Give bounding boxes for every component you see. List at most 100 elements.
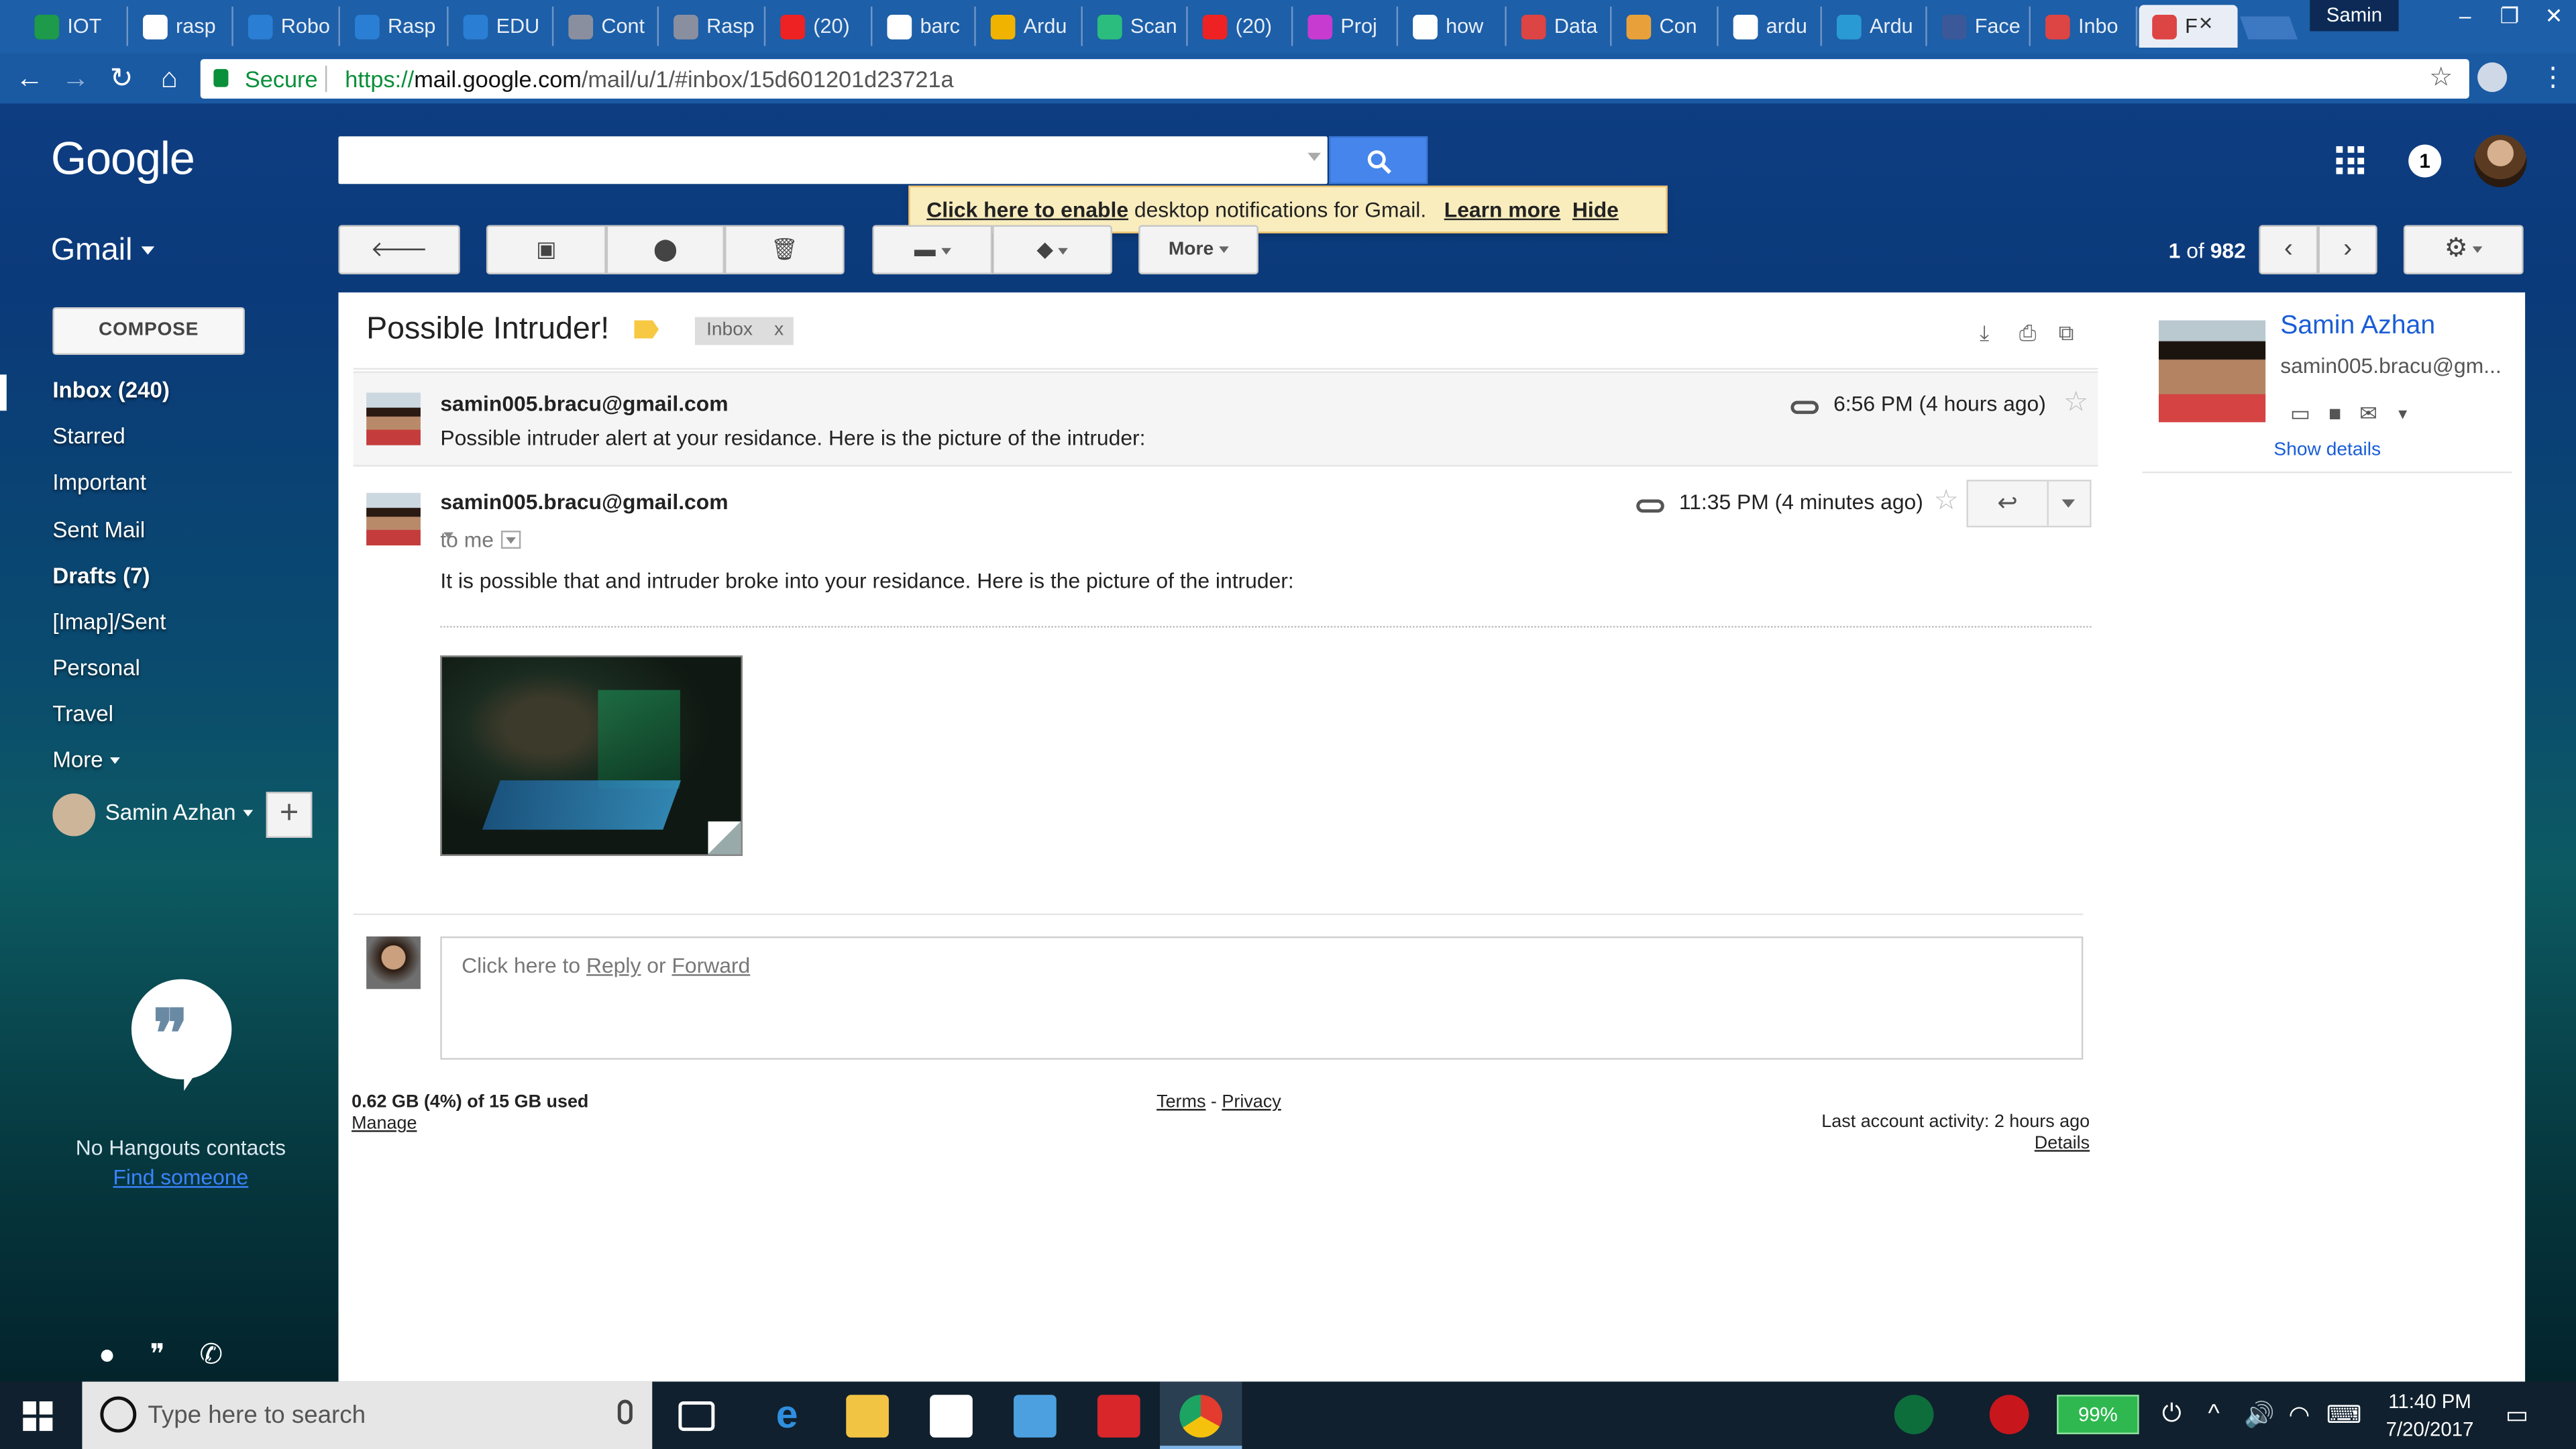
reload-icon[interactable]: ↻: [102, 61, 142, 97]
reply-link[interactable]: Reply: [586, 953, 641, 977]
contacts-icon[interactable]: ●: [99, 1339, 115, 1372]
download-icon[interactable]: ⤓: [1980, 321, 1989, 347]
move-to-button[interactable]: ▬: [872, 225, 993, 274]
importance-marker-icon[interactable]: [634, 320, 659, 339]
search-button[interactable]: [1329, 136, 1428, 184]
star-icon[interactable]: ☆: [1933, 484, 1958, 517]
settings-button[interactable]: ⚙: [2403, 225, 2524, 274]
find-someone-link[interactable]: Find someone: [43, 1165, 319, 1189]
keyboard-icon[interactable]: ⌨: [2326, 1400, 2362, 1430]
hangouts-icon[interactable]: ❞: [150, 1339, 165, 1372]
sidebar-item-sent-mail[interactable]: Sent Mail: [52, 517, 145, 542]
activity-monitor-icon[interactable]: [1894, 1395, 1934, 1434]
chrome-icon[interactable]: [1179, 1395, 1223, 1438]
taskbar-search[interactable]: Type here to search: [82, 1381, 653, 1449]
apps-grid-icon[interactable]: [2336, 146, 2365, 174]
browser-tab[interactable]: Rasp: [341, 5, 447, 48]
sidebar-item-important[interactable]: Important: [52, 470, 146, 494]
sidebar-item-personal[interactable]: Personal: [52, 655, 140, 680]
star-icon[interactable]: ☆: [2063, 386, 2088, 419]
mail-icon[interactable]: ✉: [2359, 401, 2377, 427]
close-tab-icon[interactable]: ✕: [2198, 13, 2214, 34]
enable-notifications-link[interactable]: Click here to enable: [926, 197, 1128, 222]
archive-button[interactable]: ▣: [486, 225, 606, 274]
show-hidden-icons[interactable]: ^: [2208, 1400, 2219, 1428]
browser-tab[interactable]: Cont: [555, 5, 657, 48]
store-icon[interactable]: [930, 1395, 973, 1438]
minimize-button[interactable]: –: [2443, 0, 2487, 33]
labels-button[interactable]: ◆: [992, 225, 1112, 274]
notification-count[interactable]: 1: [2408, 144, 2442, 178]
browser-tab[interactable]: F: [2139, 5, 2238, 48]
power-plug-icon[interactable]: ⏻: [2162, 1400, 2182, 1428]
search-input[interactable]: [338, 136, 1328, 184]
browser-tab[interactable]: Inbo: [2032, 5, 2135, 48]
attachment-thumbnail[interactable]: [440, 655, 743, 856]
privacy-link[interactable]: Privacy: [1222, 1093, 1281, 1112]
new-tab-button[interactable]: [2240, 16, 2298, 40]
contact-name[interactable]: Samin Azhan: [2280, 312, 2435, 341]
search-options-icon[interactable]: [1307, 152, 1321, 162]
bookmark-star-icon[interactable]: ☆: [2429, 59, 2453, 99]
system-clock[interactable]: 11:40 PM 7/20/2017: [2375, 1388, 2484, 1444]
profile-badge[interactable]: Samin: [2310, 0, 2399, 32]
photos-icon[interactable]: [1014, 1395, 1057, 1438]
wifi-icon[interactable]: ◠: [2288, 1400, 2310, 1430]
terms-link[interactable]: Terms: [1157, 1093, 1205, 1112]
browser-tab[interactable]: Ardu: [977, 5, 1081, 48]
account-avatar[interactable]: [2474, 134, 2527, 188]
browser-tab[interactable]: (20): [1189, 5, 1291, 48]
delete-button[interactable]: 🗑: [724, 225, 845, 274]
browser-tab[interactable]: Rasp: [660, 5, 763, 48]
browser-tab[interactable]: Face: [1929, 5, 2029, 48]
video-icon[interactable]: ■: [2328, 401, 2341, 427]
browser-tab[interactable]: IOT: [21, 5, 127, 48]
gmail-menu[interactable]: Gmail: [51, 233, 154, 270]
more-reply-options-icon[interactable]: [2061, 499, 2076, 508]
sidebar-item-more[interactable]: More: [52, 747, 120, 772]
sidebar-item-travel[interactable]: Travel: [52, 702, 113, 727]
back-icon[interactable]: ←: [10, 61, 50, 97]
show-details-link[interactable]: Show details: [2273, 440, 2381, 460]
chrome-menu-icon[interactable]: ⋮: [2540, 61, 2566, 94]
task-view-icon[interactable]: [678, 1401, 715, 1432]
url-field[interactable]: Secure https://mail.google.com/mail/u/1/…: [200, 59, 2469, 99]
manage-link[interactable]: Manage: [352, 1114, 417, 1133]
new-hangout-button[interactable]: +: [266, 792, 313, 838]
new-window-icon[interactable]: ⧉: [2059, 321, 2074, 347]
contact-photo[interactable]: [2158, 320, 2266, 423]
browser-tab[interactable]: ardu: [1720, 5, 1820, 48]
compose-button[interactable]: COMPOSE: [52, 307, 245, 355]
browser-tab[interactable]: Scan: [1084, 5, 1186, 48]
browser-tab[interactable]: Ardu: [1823, 5, 1925, 48]
browser-tab[interactable]: how: [1400, 5, 1505, 48]
details-link[interactable]: Details: [1761, 1134, 2090, 1153]
browser-tab[interactable]: Proj: [1295, 5, 1397, 48]
forward-icon[interactable]: →: [56, 61, 95, 97]
action-center-icon[interactable]: ▭: [2506, 1400, 2529, 1430]
battery-indicator[interactable]: 99%: [2057, 1395, 2139, 1434]
reader-icon[interactable]: [1097, 1395, 1140, 1438]
browser-tab[interactable]: barc: [874, 5, 974, 48]
newer-button[interactable]: ‹: [2259, 225, 2318, 274]
google-logo[interactable]: Google: [51, 133, 195, 185]
chevron-down-icon[interactable]: ▼: [2396, 401, 2410, 427]
reply-box[interactable]: Click here to Reply or Forward: [440, 936, 2084, 1060]
browser-tab[interactable]: rasp: [129, 5, 231, 48]
sidebar-item-starred[interactable]: Starred: [52, 424, 125, 449]
home-icon[interactable]: ⌂: [150, 61, 189, 97]
reply-button[interactable]: ↩: [1966, 480, 2092, 528]
chat-icon[interactable]: ▭: [2290, 401, 2310, 427]
forward-link[interactable]: Forward: [672, 953, 750, 977]
browser-tab[interactable]: Robo: [235, 5, 338, 48]
sidebar-item-inbox[interactable]: Inbox (240): [52, 378, 170, 402]
volume-icon[interactable]: 🔊: [2244, 1400, 2275, 1430]
remove-label-button[interactable]: x: [774, 317, 784, 345]
learn-more-link[interactable]: Learn more: [1444, 197, 1560, 222]
back-to-inbox-button[interactable]: 🡐: [338, 225, 460, 274]
antivirus-icon[interactable]: [1989, 1395, 2029, 1434]
microphone-icon[interactable]: [617, 1399, 633, 1425]
details-toggle-icon[interactable]: [500, 531, 521, 549]
sidebar-item-imap-sent[interactable]: [Imap]/Sent: [52, 610, 166, 635]
sidebar-item-drafts[interactable]: Drafts (7): [52, 564, 150, 588]
